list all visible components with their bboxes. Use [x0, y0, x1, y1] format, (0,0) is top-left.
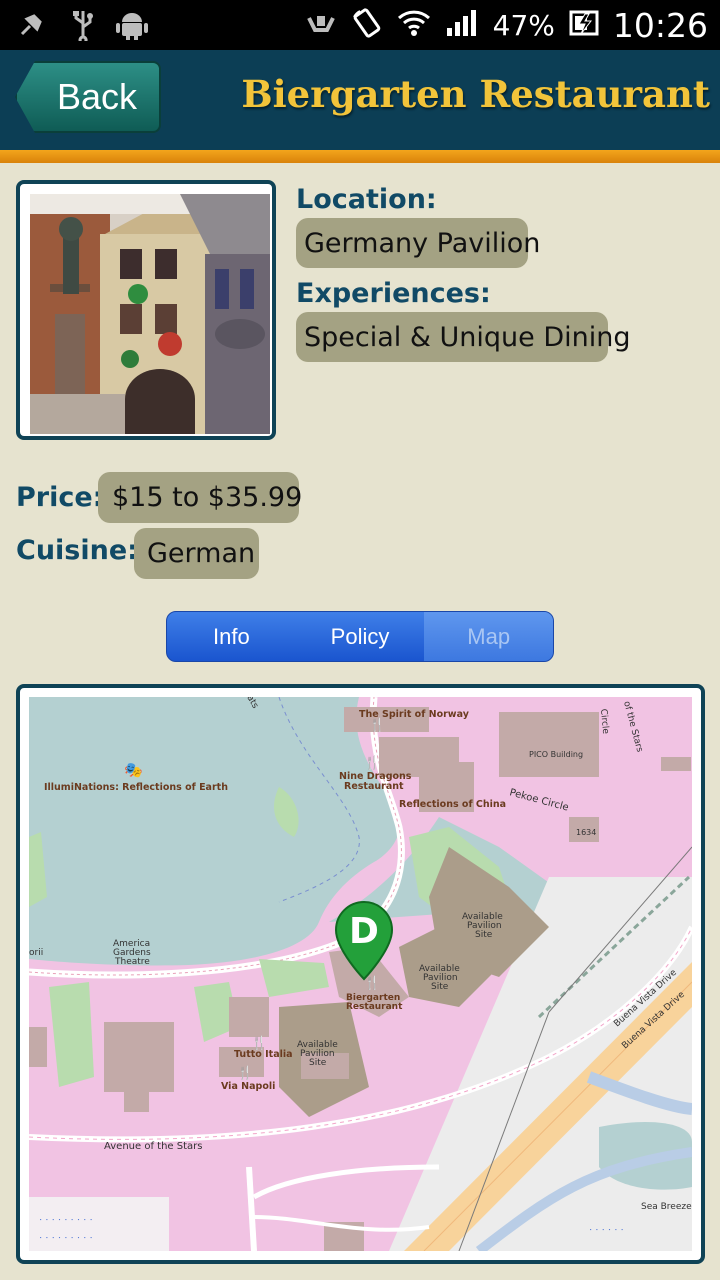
map-label-biergarten-b: Restaurant — [346, 1002, 403, 1012]
page-title: Biergarten Restaurant — [241, 72, 710, 116]
map-label-illuminations: IllumiNations: Reflections of Earth — [44, 782, 228, 793]
map-label-sea-breeze: Sea Breeze — [641, 1202, 692, 1212]
restaurant-icon: 🍴 — [251, 1035, 267, 1051]
map-label-nine-dragons-2: Restaurant — [344, 781, 404, 792]
price-label: Price: — [16, 482, 104, 513]
map-label-reflections-china: Reflections of China — [399, 799, 506, 810]
cuisine-label: Cuisine: — [16, 535, 138, 566]
tab-info[interactable]: Info — [167, 612, 296, 661]
map-label-orii: orii — [29, 948, 43, 958]
android-debug-icon — [115, 10, 149, 40]
svg-text:ᐝ ᐝ ᐝ ᐝ ᐝ ᐝ: ᐝ ᐝ ᐝ ᐝ ᐝ ᐝ — [589, 1227, 624, 1240]
map-label-1634: 1634 — [576, 828, 596, 837]
restaurant-photo — [30, 194, 270, 434]
svg-text:ᐝ ᐝ ᐝ ᐝ ᐝ ᐝ ᐝ ᐝ ᐝ: ᐝ ᐝ ᐝ ᐝ ᐝ ᐝ ᐝ ᐝ ᐝ — [39, 1235, 92, 1248]
svg-text:ᐝ ᐝ ᐝ ᐝ ᐝ ᐝ ᐝ ᐝ ᐝ: ᐝ ᐝ ᐝ ᐝ ᐝ ᐝ ᐝ ᐝ ᐝ — [39, 1217, 92, 1230]
map-label-avail2c: Site — [431, 982, 449, 992]
segmented-tabs: Info Policy Map — [166, 611, 554, 662]
wifi-icon — [397, 8, 431, 42]
restaurant-photo-frame — [16, 180, 276, 440]
map-label-avenue: Avenue of the Stars — [104, 1141, 202, 1152]
restaurant-icon: 🍴 — [364, 755, 380, 771]
rotation-lock-icon — [351, 7, 383, 43]
battery-percent: 47% — [492, 8, 555, 42]
location-value: Germany Pavilion — [296, 218, 540, 268]
price-value: $15 to $35.99 — [98, 472, 302, 523]
usb-icon — [68, 10, 98, 41]
tab-map[interactable]: Map — [424, 612, 553, 661]
headset-icon — [305, 8, 337, 42]
restaurant-icon: 🍴 — [369, 717, 385, 733]
map-marker-letter: D — [349, 911, 379, 952]
cuisine-value: German — [134, 528, 259, 579]
signal-icon — [445, 8, 479, 42]
clock: 10:26 — [612, 5, 708, 45]
battery-charging-icon — [569, 8, 599, 42]
map-label-pico: PICO Building — [529, 750, 583, 759]
theatre-icon: 🎭 — [124, 761, 143, 779]
back-button[interactable]: Back — [15, 61, 161, 133]
map-label-avail1c: Site — [475, 930, 493, 940]
restaurant-icon: 🍴 — [237, 1065, 253, 1081]
map-label-avail3c: Site — [309, 1058, 327, 1068]
experiences-label: Experiences: — [296, 278, 491, 309]
notification-pin-icon — [16, 10, 46, 40]
status-right: 47% 10:26 — [305, 0, 708, 50]
map-frame: ᐝ ᐝ ᐝ ᐝ ᐝ ᐝ ᐝ ᐝ ᐝ ᐝ ᐝ ᐝ ᐝ ᐝ ᐝ ᐝ ᐝ ᐝ ᐝ ᐝ … — [16, 684, 705, 1264]
experiences-value: Special & Unique Dining — [296, 312, 630, 362]
header-accent-stripe — [0, 150, 720, 163]
map-label-via-napoli: Via Napoli — [221, 1081, 275, 1092]
tab-policy[interactable]: Policy — [296, 612, 425, 661]
status-bar: 47% 10:26 — [0, 0, 720, 50]
location-label: Location: — [296, 184, 437, 215]
map-label-america-c: Theatre — [114, 957, 150, 967]
map-view[interactable]: ᐝ ᐝ ᐝ ᐝ ᐝ ᐝ ᐝ ᐝ ᐝ ᐝ ᐝ ᐝ ᐝ ᐝ ᐝ ᐝ ᐝ ᐝ ᐝ ᐝ … — [29, 697, 692, 1251]
